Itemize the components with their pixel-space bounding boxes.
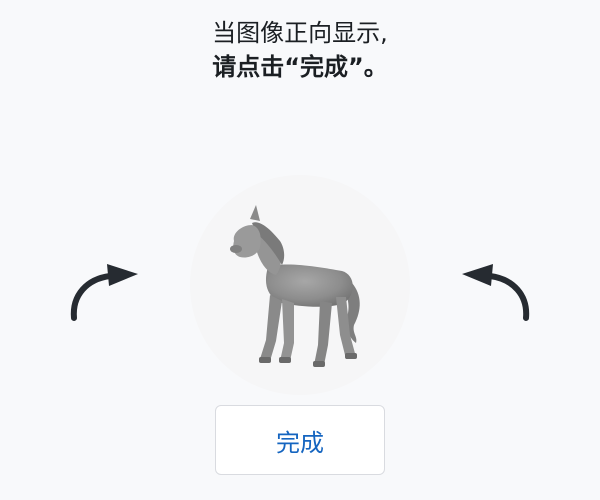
- instruction-line-1: 当图像正向显示,: [212, 19, 388, 47]
- horse-figurine-icon: [230, 205, 360, 367]
- rotate-left-button[interactable]: [62, 255, 142, 335]
- curved-arrow-right-icon: [462, 264, 530, 321]
- curved-arrow-left-icon: [70, 264, 138, 321]
- rotate-right-button[interactable]: [458, 255, 538, 335]
- instruction-line-2: 请点击“完成”。: [212, 53, 388, 81]
- instruction-text: 当图像正向显示, 请点击“完成”。: [0, 16, 600, 84]
- captcha-image: [190, 175, 410, 395]
- done-button[interactable]: 完成: [215, 405, 385, 475]
